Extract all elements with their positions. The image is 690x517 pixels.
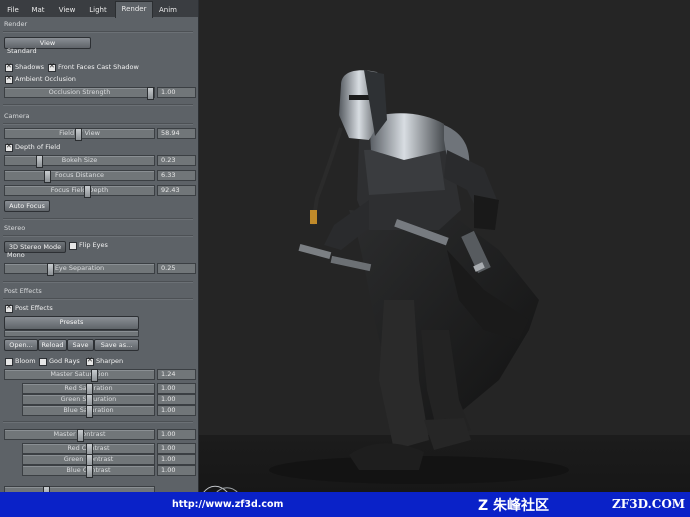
watermark-site: ZF3D.COM: [612, 497, 686, 511]
sharpen-label: Sharpen: [96, 357, 124, 365]
depth-of-field-label: Depth of Field: [15, 143, 61, 151]
focus-distance-value[interactable]: 6.33: [157, 170, 196, 181]
master-saturation-value[interactable]: 1.24: [157, 369, 196, 380]
tab-file[interactable]: File: [2, 3, 24, 17]
slider-knob[interactable]: [146, 87, 154, 100]
eye-separation-value[interactable]: 0.25: [157, 263, 196, 274]
slider-knob[interactable]: [43, 170, 51, 183]
divider: [3, 123, 193, 125]
watermark-brand: Z 朱峰社区: [478, 498, 550, 514]
divider: [3, 298, 193, 300]
red-contrast-slider[interactable]: Red Contrast: [22, 443, 155, 456]
green-contrast-slider[interactable]: Green Contrast: [22, 454, 155, 467]
open-button[interactable]: Open...: [4, 339, 38, 351]
slider-knob[interactable]: [85, 465, 93, 478]
divider: [3, 31, 193, 33]
god-rays-checkbox[interactable]: [39, 358, 47, 366]
green-saturation-value[interactable]: 1.00: [157, 394, 196, 405]
red-saturation-slider[interactable]: Red Saturation: [22, 383, 155, 396]
bloom-label: Bloom: [15, 357, 36, 365]
section-render-title: Render: [4, 20, 28, 28]
master-contrast-slider[interactable]: Master Contrast: [4, 429, 155, 442]
post-effects-label: Post Effects: [15, 304, 53, 312]
blue-contrast-value[interactable]: 1.00: [157, 465, 196, 476]
tab-anim[interactable]: Anim: [154, 3, 182, 17]
render-viewport[interactable]: [199, 0, 690, 492]
tab-mat[interactable]: Mat: [26, 3, 50, 17]
shadows-label: Shadows: [15, 63, 45, 71]
depth-of-field-checkbox[interactable]: [5, 142, 13, 152]
view-mode-value: Standard: [7, 47, 37, 55]
armored-knight-model: [269, 70, 569, 484]
flip-eyes-label: Flip Eyes: [79, 241, 108, 249]
slider-knob[interactable]: [75, 128, 82, 141]
presets-button[interactable]: Presets: [4, 316, 139, 330]
red-saturation-value[interactable]: 1.00: [157, 383, 196, 394]
tab-bar: File Mat View Light Render Anim: [0, 0, 198, 18]
bloom-checkbox[interactable]: [5, 358, 13, 366]
reload-button[interactable]: Reload: [38, 339, 67, 351]
divider: [3, 281, 193, 283]
front-faces-checkbox[interactable]: [48, 62, 56, 72]
tab-render[interactable]: Render: [115, 1, 153, 18]
flip-eyes-checkbox[interactable]: [69, 242, 77, 250]
app-window: File Mat View Light Render Anim Render V…: [0, 0, 690, 517]
post-effects-checkbox[interactable]: [5, 303, 13, 313]
divider: [3, 218, 193, 220]
tab-view[interactable]: View: [53, 3, 81, 17]
section-stereo-title: Stereo: [4, 224, 26, 232]
auto-focus-button[interactable]: Auto Focus: [4, 200, 50, 212]
occlusion-strength-label: Occlusion Strength: [48, 88, 111, 96]
ambient-occlusion-checkbox[interactable]: [5, 74, 13, 84]
green-saturation-slider[interactable]: Green Saturation: [22, 394, 155, 407]
blue-contrast-slider[interactable]: Blue Contrast: [22, 465, 155, 478]
red-contrast-value[interactable]: 1.00: [157, 443, 196, 454]
eye-separation-slider[interactable]: Eye Separation: [4, 263, 155, 276]
ambient-occlusion-label: Ambient Occlusion: [15, 75, 76, 83]
master-contrast-value[interactable]: 1.00: [157, 429, 196, 440]
shadows-checkbox[interactable]: [5, 62, 13, 72]
occlusion-strength-value[interactable]: 1.00: [157, 87, 196, 98]
slider-knob[interactable]: [85, 405, 93, 418]
tab-light[interactable]: Light: [84, 3, 112, 17]
bokeh-size-slider[interactable]: Bokeh Size: [4, 155, 155, 168]
stereo-mode-value: Mono: [7, 251, 25, 259]
master-saturation-slider[interactable]: Master Saturation: [4, 369, 155, 382]
section-camera-title: Camera: [4, 112, 30, 120]
slider-knob[interactable]: [46, 263, 54, 276]
field-of-view-value[interactable]: 58.94: [157, 128, 196, 139]
field-of-view-slider[interactable]: Field of View: [4, 128, 155, 141]
divider: [3, 104, 193, 106]
slider-knob[interactable]: [83, 185, 91, 198]
bokeh-size-label: Bokeh Size: [61, 156, 98, 164]
divider: [3, 235, 193, 237]
divider: [3, 421, 193, 423]
settings-panel: File Mat View Light Render Anim Render V…: [0, 0, 199, 492]
focus-field-depth-label: Focus Field Depth: [50, 186, 109, 194]
focus-distance-slider[interactable]: Focus Distance: [4, 170, 155, 183]
section-post-effects-title: Post Effects: [4, 287, 42, 295]
green-contrast-value[interactable]: 1.00: [157, 454, 196, 465]
save-as-button[interactable]: Save as...: [94, 339, 139, 351]
slider-knob[interactable]: [36, 155, 44, 168]
watermark-bar: [0, 492, 690, 517]
focus-field-depth-value[interactable]: 92.43: [157, 185, 196, 196]
front-faces-label: Front Faces Cast Shadow: [58, 63, 139, 71]
presets-list[interactable]: [4, 330, 139, 337]
watermark-url: http://www.zf3d.com: [172, 499, 284, 510]
blue-saturation-value[interactable]: 1.00: [157, 405, 196, 416]
slider-knob[interactable]: [91, 369, 99, 382]
slider-knob[interactable]: [76, 429, 84, 442]
god-rays-label: God Rays: [49, 357, 80, 365]
save-button[interactable]: Save: [67, 339, 94, 351]
sharpen-checkbox[interactable]: [86, 356, 94, 366]
bokeh-size-value[interactable]: 0.23: [157, 155, 196, 166]
blue-saturation-slider[interactable]: Blue Saturation: [22, 405, 155, 418]
master-saturation-label: Master Saturation: [50, 370, 109, 378]
occlusion-strength-slider[interactable]: Occlusion Strength: [4, 87, 155, 100]
eye-separation-label: Eye Separation: [54, 264, 105, 272]
focus-distance-label: Focus Distance: [54, 171, 105, 179]
focus-field-depth-slider[interactable]: Focus Field Depth: [4, 185, 155, 198]
